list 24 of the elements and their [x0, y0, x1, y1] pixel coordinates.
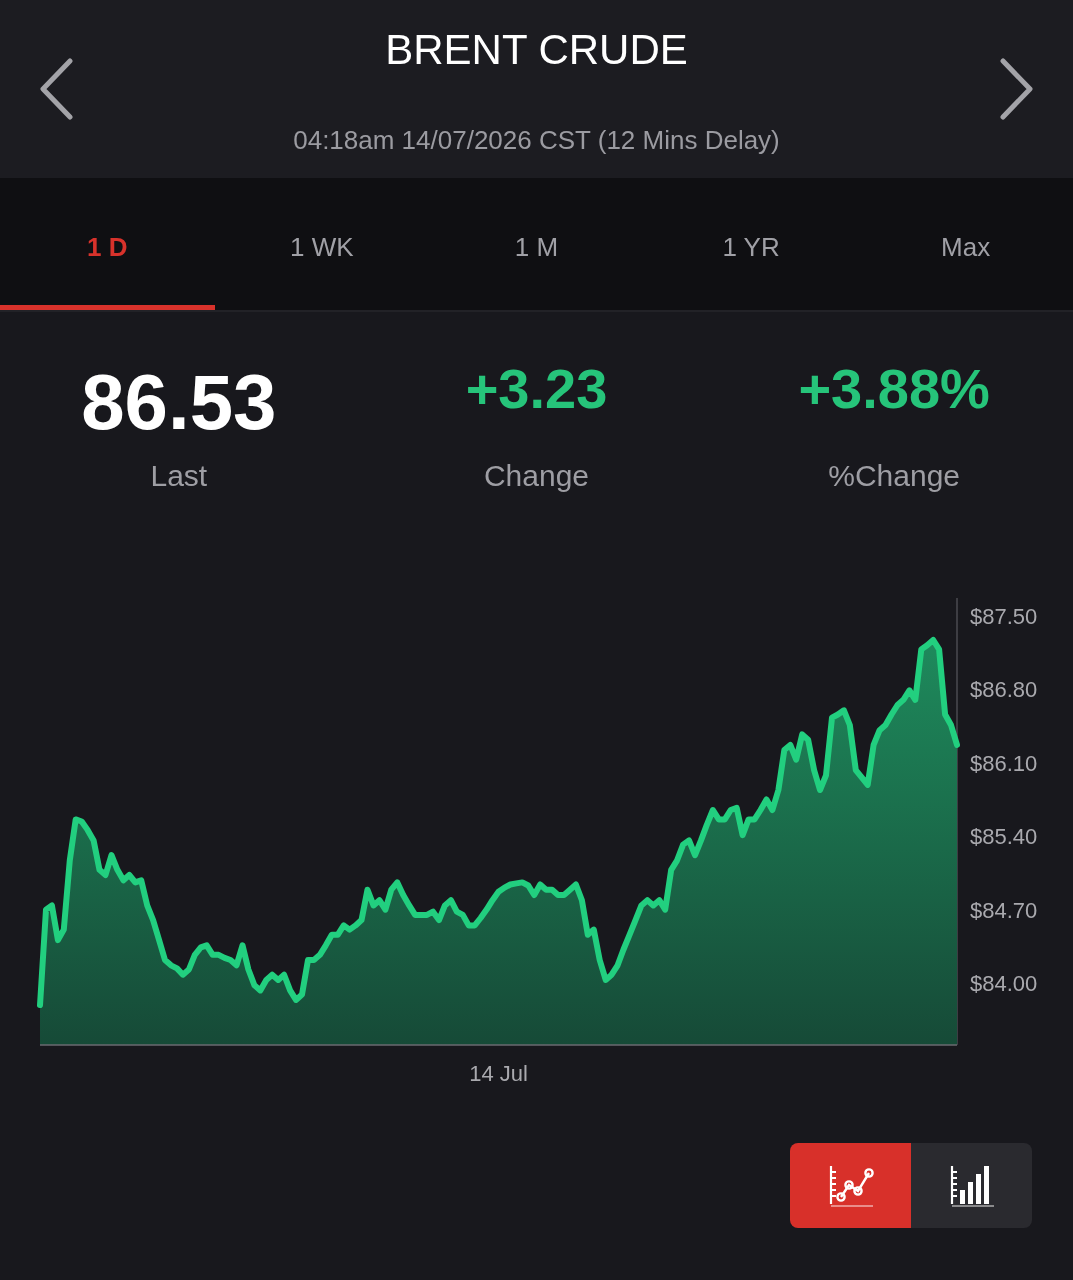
y-axis-label: $84.00: [970, 971, 1038, 997]
y-axis-label: $86.80: [970, 677, 1038, 703]
last-price-value: 86.53: [81, 363, 277, 441]
range-tab[interactable]: Max: [858, 178, 1073, 310]
quote-timestamp: 04:18am 14/07/2026 CST (12 Mins Delay): [293, 124, 780, 155]
chevron-left-icon[interactable]: [39, 58, 73, 120]
range-tab[interactable]: 1 D: [0, 178, 215, 310]
instrument-title: BRENT CRUDE: [385, 24, 688, 75]
stat-label: Change: [483, 458, 590, 494]
y-axis-label: $85.40: [970, 824, 1038, 850]
chevron-right-icon[interactable]: [1000, 58, 1034, 120]
x-axis-label: 14 Jul: [469, 1061, 528, 1086]
range-tab[interactable]: 1 YR: [643, 178, 859, 310]
change-value: +3.88%: [798, 361, 990, 417]
y-axis-label: $87.50: [970, 603, 1038, 629]
y-axis-label: $84.70: [970, 897, 1038, 923]
change-value: +3.23: [465, 361, 608, 417]
range-tab[interactable]: 1 M: [429, 178, 644, 310]
y-axis-label: $86.10: [970, 750, 1038, 776]
stat-label: Last: [150, 458, 208, 494]
range-tab[interactable]: 1 WK: [214, 178, 430, 310]
line-chart-button[interactable]: [790, 1143, 911, 1228]
stat-label: %Change: [828, 458, 961, 494]
bar-chart-button[interactable]: [911, 1143, 1032, 1228]
